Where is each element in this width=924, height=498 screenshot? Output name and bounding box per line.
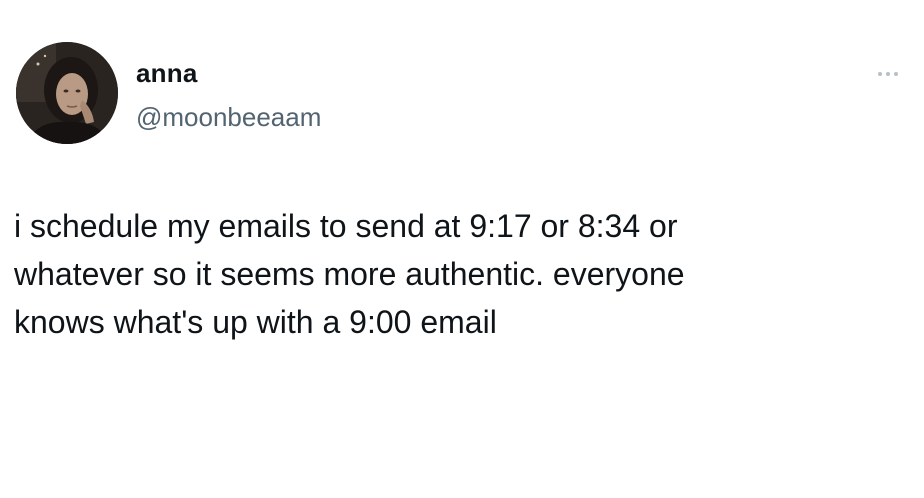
more-dot [894, 72, 898, 76]
user-handle[interactable]: @moonbeeaam [136, 102, 321, 132]
tweet-text-line: i schedule my emails to send at 9:17 or … [14, 208, 678, 244]
more-dot [878, 72, 882, 76]
tweet-card: anna @moonbeeaam i schedule my emails to… [0, 0, 924, 498]
more-dot [886, 72, 890, 76]
tweet-text-line: whatever so it seems more authentic. eve… [14, 256, 685, 292]
avatar[interactable] [16, 42, 118, 144]
tweet-text: i schedule my emails to send at 9:17 or … [14, 202, 894, 346]
avatar-photo [16, 42, 118, 144]
more-options-icon[interactable] [870, 60, 906, 88]
display-name[interactable]: anna [136, 58, 197, 88]
tweet-text-line: knows what's up with a 9:00 email [14, 304, 497, 340]
